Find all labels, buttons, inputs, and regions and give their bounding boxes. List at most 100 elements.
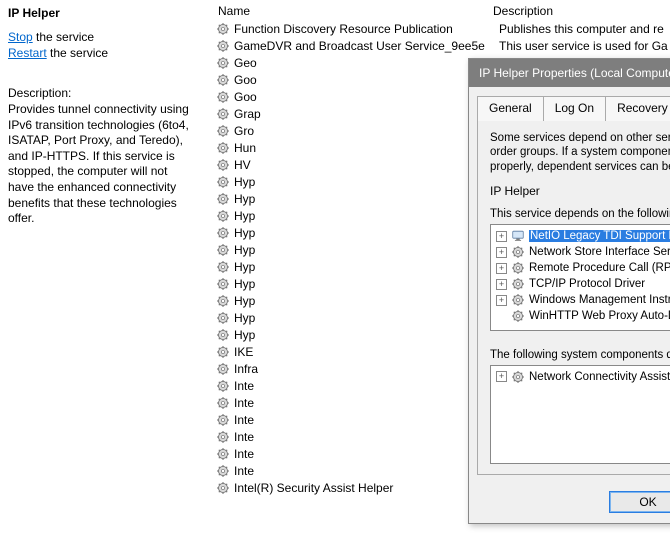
expand-icon[interactable]: + — [496, 247, 507, 258]
tree-item[interactable]: + NetIO Legacy TDI Support Driver — [494, 228, 670, 244]
gear-icon — [216, 447, 230, 461]
service-name-cell: Hyp — [234, 192, 499, 206]
service-desc-cell: This user service is used for Ga — [499, 39, 670, 53]
col-desc[interactable]: Description — [487, 4, 670, 18]
tree-item[interactable]: + TCP/IP Protocol Driver — [494, 276, 670, 292]
service-name-cell: Function Discovery Resource Publication — [234, 22, 499, 36]
tree-item-label: Windows Management Instrumentation — [529, 294, 670, 306]
stop-link[interactable]: Stop — [8, 30, 33, 44]
service-name-cell: Inte — [234, 447, 499, 461]
tree-item[interactable]: + Network Store Interface Service — [494, 244, 670, 260]
service-desc-cell: Publishes this computer and re — [499, 22, 670, 36]
service-name-cell: Gro — [234, 124, 499, 138]
col-name[interactable]: Name — [202, 4, 487, 18]
service-name-cell: GameDVR and Broadcast User Service_9ee5e — [234, 39, 499, 53]
tree-item-label: Remote Procedure Call (RPC) — [529, 262, 670, 274]
service-name-cell: Hyp — [234, 294, 499, 308]
gear-icon — [216, 107, 230, 121]
tree-item[interactable]: + Windows Management Instrumentation — [494, 292, 670, 308]
gear-icon — [216, 158, 230, 172]
gear-icon — [216, 328, 230, 342]
gear-icon — [216, 90, 230, 104]
tree-item[interactable]: + Network Connectivity Assistant — [494, 369, 670, 385]
dependents-tree[interactable]: + Network Connectivity Assistant — [490, 365, 670, 464]
tree-item-label: TCP/IP Protocol Driver — [529, 278, 645, 290]
expand-icon[interactable]: + — [496, 263, 507, 274]
gear-icon — [216, 243, 230, 257]
gear-icon — [511, 261, 525, 275]
gear-icon — [216, 396, 230, 410]
gear-icon — [216, 141, 230, 155]
dialog-buttons: OK Cancel Apply — [469, 483, 670, 523]
service-name-cell: Inte — [234, 413, 499, 427]
dialog-tabs: General Log On Recovery Dependencies — [469, 87, 670, 120]
gear-icon — [216, 277, 230, 291]
tree-item[interactable]: + Remote Procedure Call (RPC) — [494, 260, 670, 276]
service-name-cell: Hyp — [234, 260, 499, 274]
tree-item-label: WinHTTP Web Proxy Auto-Discovery Service — [529, 310, 670, 322]
gear-icon — [216, 175, 230, 189]
gear-icon — [216, 294, 230, 308]
service-name: IP Helper — [490, 184, 670, 198]
dialog-titlebar[interactable]: IP Helper Properties (Local Computer) ✕ — [469, 59, 670, 87]
gear-icon — [216, 56, 230, 70]
gear-icon — [511, 245, 525, 259]
gear-icon — [216, 226, 230, 240]
restart-link[interactable]: Restart — [8, 46, 47, 60]
depends-on-tree[interactable]: + NetIO Legacy TDI Support Driver + Network… — [490, 224, 670, 331]
service-name-cell: Hyp — [234, 226, 499, 240]
gear-icon — [216, 124, 230, 138]
gear-icon — [216, 73, 230, 87]
service-name-cell: Inte — [234, 464, 499, 478]
service-name-cell: Hyp — [234, 311, 499, 325]
service-title: IP Helper — [8, 6, 194, 20]
service-name-cell: HV — [234, 158, 499, 172]
tree-item[interactable]: WinHTTP Web Proxy Auto-Discovery Service — [494, 308, 670, 324]
tab-general[interactable]: General — [477, 96, 544, 121]
ok-button[interactable]: OK — [609, 491, 670, 513]
tab-recovery[interactable]: Recovery — [605, 96, 670, 121]
service-name-cell: IKE — [234, 345, 499, 359]
dialog-title: IP Helper Properties (Local Computer) — [479, 66, 670, 80]
service-name-cell: Goo — [234, 90, 499, 104]
tree-item-label: Network Connectivity Assistant — [529, 371, 670, 383]
service-name-cell: Hyp — [234, 243, 499, 257]
gear-icon — [216, 311, 230, 325]
service-name-cell: Hyp — [234, 209, 499, 223]
tab-logon[interactable]: Log On — [543, 96, 606, 121]
gear-icon — [216, 430, 230, 444]
tab-panel-dependencies: Some services depend on other services, … — [477, 120, 670, 475]
service-name-cell: Geo — [234, 56, 499, 70]
gear-icon — [216, 22, 230, 36]
depends-on-label: This service depends on the following sy… — [490, 208, 670, 220]
expand-icon[interactable]: + — [496, 295, 507, 306]
restart-suffix: the service — [47, 46, 108, 60]
service-row[interactable]: GameDVR and Broadcast User Service_9ee5e… — [202, 37, 670, 54]
gear-icon — [216, 345, 230, 359]
dependents-label: The following system components depend o… — [490, 349, 670, 361]
service-name-cell: Hyp — [234, 175, 499, 189]
gear-icon — [216, 481, 230, 495]
service-row[interactable]: Function Discovery Resource PublicationP… — [202, 20, 670, 37]
expand-icon[interactable]: + — [496, 231, 507, 242]
gear-icon — [216, 260, 230, 274]
service-name-cell: Hyp — [234, 328, 499, 342]
service-name-cell: Goo — [234, 73, 499, 87]
dependencies-explain: Some services depend on other services, … — [490, 131, 670, 174]
gear-icon — [511, 293, 525, 307]
service-name-cell: Hun — [234, 141, 499, 155]
service-name-cell: Inte — [234, 396, 499, 410]
tree-item-label: NetIO Legacy TDI Support Driver — [529, 230, 670, 242]
tree-item-label: Network Store Interface Service — [529, 246, 670, 258]
gear-icon — [511, 277, 525, 291]
gear-icon — [216, 362, 230, 376]
details-pane: IP Helper Stop the service Restart the s… — [0, 0, 202, 537]
service-name-cell: Inte — [234, 430, 499, 444]
service-name-cell: Intel(R) Security Assist Helper — [234, 481, 499, 495]
description-text: Provides tunnel connectivity using IPv6 … — [8, 102, 194, 227]
expand-icon[interactable]: + — [496, 371, 507, 382]
gear-icon — [216, 464, 230, 478]
service-name-cell: Infra — [234, 362, 499, 376]
service-name-cell: Inte — [234, 379, 499, 393]
expand-icon[interactable]: + — [496, 279, 507, 290]
